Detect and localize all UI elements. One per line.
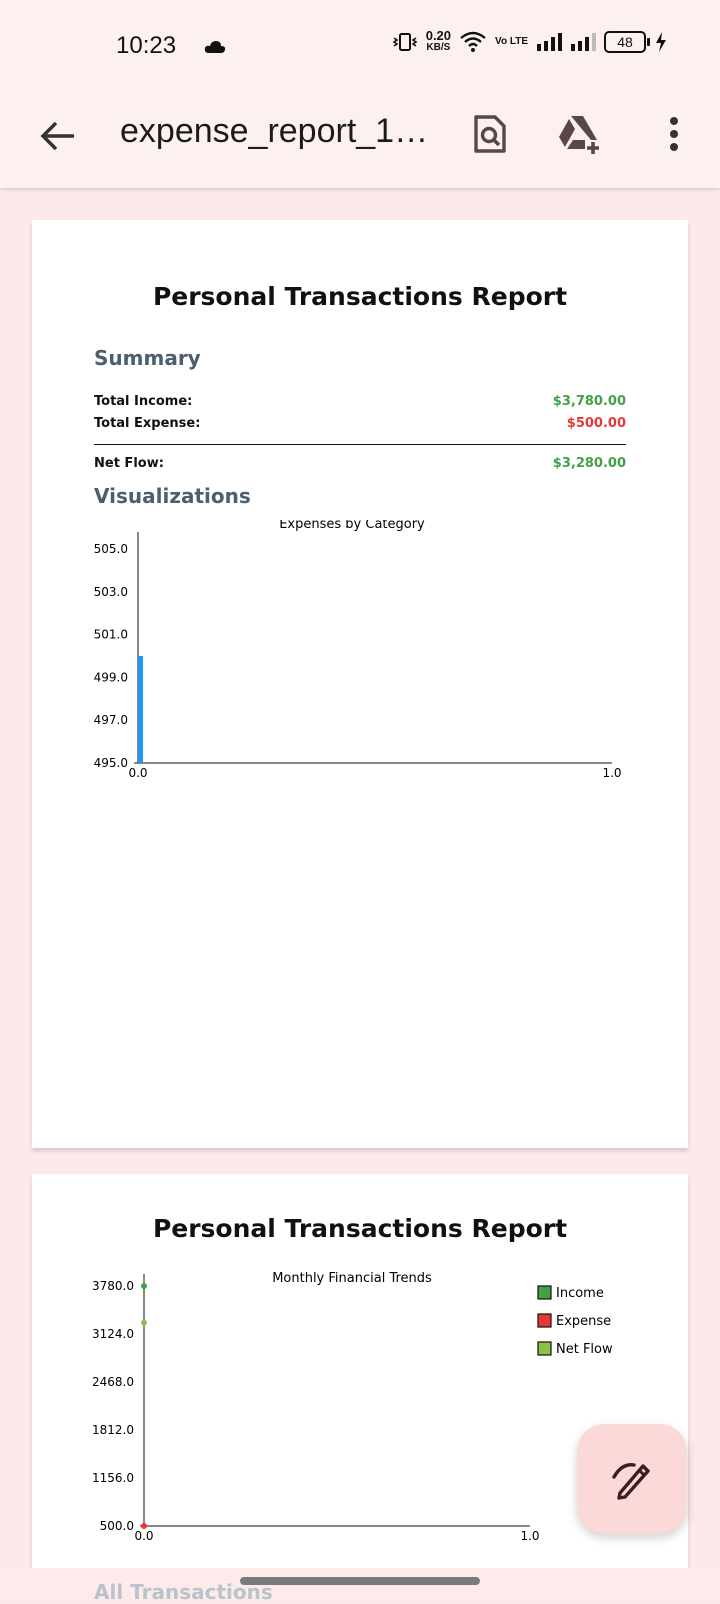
summary-heading: Summary xyxy=(94,346,201,370)
x-tick-label: 1.0 xyxy=(520,1529,539,1543)
net-flow-label: Net Flow: xyxy=(94,456,164,471)
legend-swatch xyxy=(537,1341,552,1356)
net-speed: 0.20 KB/S xyxy=(425,28,452,54)
status-bar: 10:23 0.20 KB/S Vo LTE 48 xyxy=(0,0,720,90)
y-tick-label: 495.0 xyxy=(94,756,128,770)
document-title: expense_report_1… xyxy=(120,112,429,150)
y-tick-label: 505.0 xyxy=(94,542,128,556)
vibrate-icon xyxy=(392,33,418,51)
expenses-by-category-chart: Expenses by Category 505.0 503.0 501.0 499.0… xyxy=(94,520,622,780)
wifi-icon xyxy=(460,31,486,52)
navigation-handle[interactable] xyxy=(240,1577,480,1585)
income-value: $3,780.00 xyxy=(552,394,626,409)
signal-icon-2 xyxy=(571,33,596,51)
report-title-page2: Personal Transactions Report xyxy=(152,1214,568,1243)
more-vert-icon xyxy=(670,117,678,151)
y-tick-label: 499.0 xyxy=(94,670,128,684)
edit-pen-icon xyxy=(612,1463,650,1500)
chart-title: Monthly Financial Trends xyxy=(272,1271,432,1286)
signal-icon-1 xyxy=(537,33,562,51)
data-point-income xyxy=(141,1283,147,1289)
summary-row-expense: Total Expense: $500.00 xyxy=(94,416,626,431)
y-tick-label: 501.0 xyxy=(94,628,128,642)
legend-label: Net Flow xyxy=(556,1342,613,1357)
chart-title: Expenses by Category xyxy=(279,520,425,532)
back-arrow-icon[interactable] xyxy=(36,114,80,158)
x-tick-label: 0.0 xyxy=(128,766,147,780)
report-title: Personal Transactions Report xyxy=(152,282,568,311)
lte-indicator: Vo LTE xyxy=(495,36,528,47)
y-tick-label: 1156.0 xyxy=(92,1471,134,1485)
more-options-button[interactable] xyxy=(650,110,698,158)
expense-value: $500.00 xyxy=(566,416,626,431)
net-speed-value: 0.20 xyxy=(425,28,452,43)
y-tick-label: 500.0 xyxy=(100,1519,134,1533)
summary-divider xyxy=(94,444,626,445)
status-time: 10:23 xyxy=(116,32,177,59)
net-speed-unit: KB/S xyxy=(426,42,451,53)
x-tick-label: 1.0 xyxy=(602,766,621,780)
legend-swatch xyxy=(537,1285,552,1300)
expense-label: Total Expense: xyxy=(94,416,201,431)
y-tick-label: 2468.0 xyxy=(92,1375,134,1389)
save-to-drive-button[interactable] xyxy=(556,110,604,158)
bar xyxy=(138,656,143,763)
net-flow-value: $3,280.00 xyxy=(552,456,626,471)
legend-label: Expense xyxy=(556,1314,611,1329)
charging-icon xyxy=(656,32,666,52)
top-app-bar: expense_report_1… xyxy=(0,90,720,188)
income-label: Total Income: xyxy=(94,394,193,409)
summary-row-net: Net Flow: $3,280.00 xyxy=(94,456,626,471)
summary-row-income: Total Income: $3,780.00 xyxy=(94,394,626,409)
find-in-page-icon xyxy=(474,115,506,153)
y-tick-label: 1812.0 xyxy=(92,1423,134,1437)
add-to-drive-icon xyxy=(559,116,599,154)
y-tick-label: 497.0 xyxy=(94,713,128,727)
y-tick-label: 3780.0 xyxy=(92,1279,134,1293)
data-point-expense xyxy=(141,1523,147,1529)
pdf-page-2: Personal Transactions Report Monthly Fin… xyxy=(32,1174,688,1594)
y-tick-label: 503.0 xyxy=(94,585,128,599)
edit-fab[interactable] xyxy=(577,1424,687,1534)
status-right: 0.20 KB/S Vo LTE 48 xyxy=(392,28,668,54)
y-tick-label: 3124.0 xyxy=(92,1327,134,1341)
visualizations-heading: Visualizations xyxy=(94,484,251,508)
legend-swatch xyxy=(537,1313,552,1328)
x-tick-label: 0.0 xyxy=(134,1529,153,1543)
cloud-icon xyxy=(204,41,226,53)
battery-indicator: 48 xyxy=(604,31,650,53)
pdf-page-1: Personal Transactions Report Summary Tot… xyxy=(32,220,688,1148)
find-in-document-button[interactable] xyxy=(466,110,514,158)
data-point-net-flow xyxy=(141,1319,147,1326)
legend-label: Income xyxy=(556,1286,604,1301)
